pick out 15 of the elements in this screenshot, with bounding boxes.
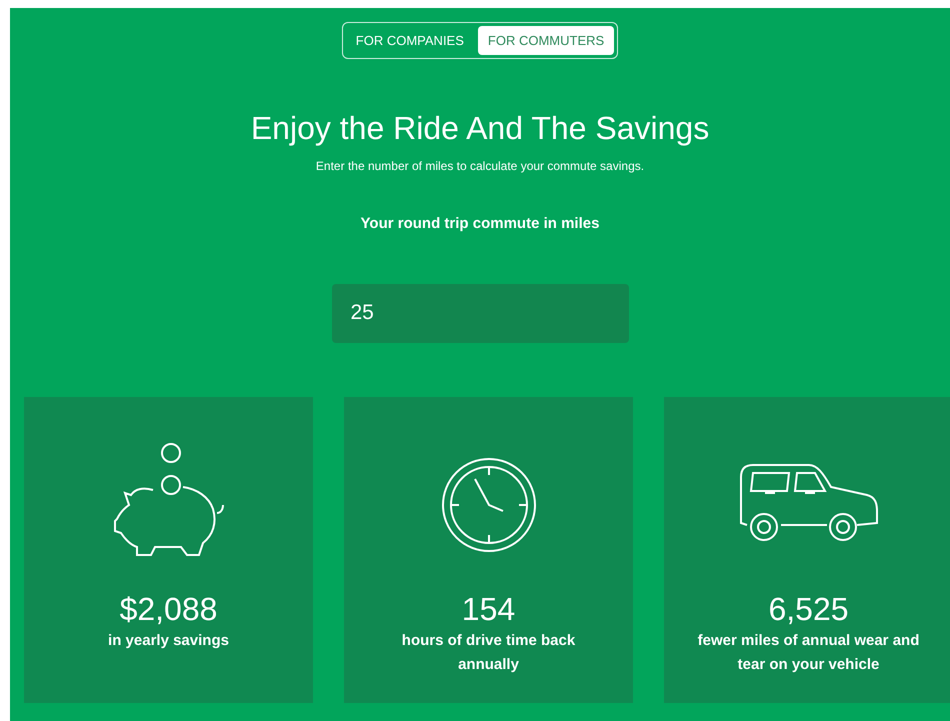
stat-caption: fewer miles of annual wear and tear on your vehicle [696,630,920,674]
piggy-bank-icon [112,442,224,558]
tab[interactable]: FOR COMMUTERS [478,26,614,55]
car-icon [738,462,878,542]
tab[interactable]: FOR COMPANIES [346,26,474,55]
stat-value: 154 [462,590,516,626]
field-label: Your round trip commute in miles [360,214,600,234]
subheading: Enter the number of miles to calculate your commute savings. [316,158,644,175]
stat-value: $2,088 [120,590,218,626]
miles-input-field[interactable]: 25 [332,284,628,342]
page-heading: Enjoy the Ride And The Savings [250,109,710,148]
clock-icon [440,456,536,552]
stat-caption: in yearly savings [107,630,230,650]
stat-caption: hours of drive time back annually [400,630,576,674]
stat-value: 6,525 [768,590,849,626]
